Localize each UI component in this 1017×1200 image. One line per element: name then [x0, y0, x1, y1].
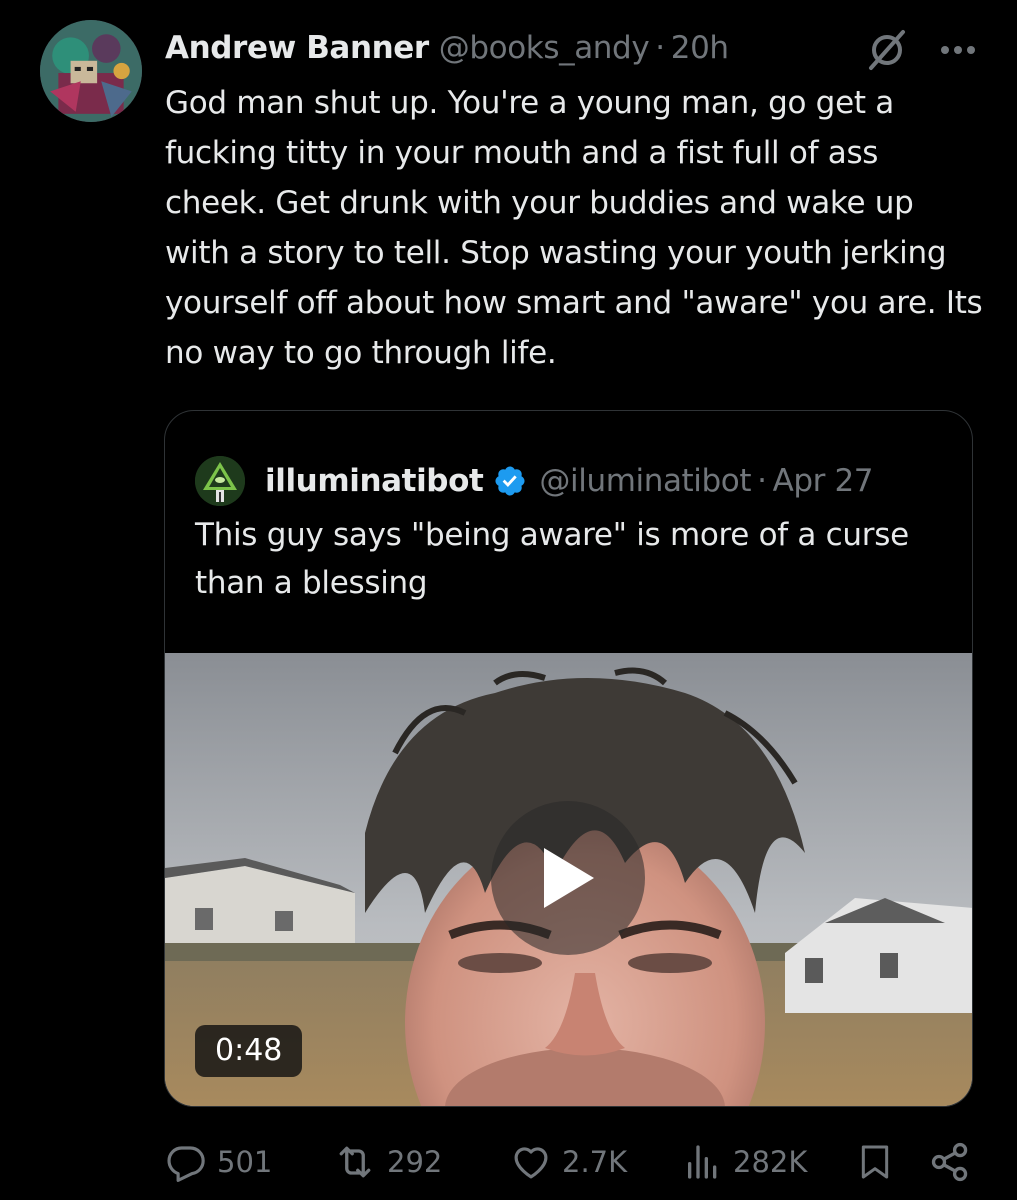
grok-icon[interactable]	[865, 28, 909, 72]
author-name[interactable]: Andrew Banner	[165, 30, 429, 66]
quoted-date[interactable]: Apr 27	[773, 463, 874, 499]
repost-icon	[339, 1146, 371, 1178]
repost-button[interactable]: 292	[333, 1136, 442, 1188]
bookmark-icon	[861, 1145, 889, 1179]
reply-count: 501	[217, 1145, 273, 1179]
tweet[interactable]: Andrew Banner @books_andy · 20h God man …	[0, 0, 1017, 1200]
quoted-author-handle[interactable]: @iluminatibot	[539, 463, 751, 499]
share-button[interactable]	[928, 1136, 972, 1188]
verified-badge-icon	[493, 464, 527, 498]
video-player[interactable]: 0:48	[165, 653, 972, 1106]
reply-icon	[167, 1146, 205, 1182]
like-count: 2.7K	[562, 1145, 628, 1179]
heart-icon	[514, 1147, 548, 1179]
play-button[interactable]	[491, 801, 645, 955]
reply-button[interactable]: 501	[165, 1136, 272, 1188]
views-button[interactable]: 282K	[683, 1136, 807, 1188]
separator: ·	[655, 30, 665, 66]
more-icon[interactable]	[939, 44, 977, 56]
tweet-text: God man shut up. You're a young man, go …	[165, 85, 983, 371]
timestamp[interactable]: 20h	[671, 30, 729, 66]
quoted-separator: ·	[757, 463, 767, 499]
like-button[interactable]: 2.7K	[510, 1136, 627, 1188]
tweet-header: Andrew Banner @books_andy · 20h	[165, 22, 977, 74]
bookmark-button[interactable]	[855, 1136, 895, 1188]
quoted-tweet-header: illuminatibot @iluminatibot · Apr 27	[195, 451, 952, 511]
repost-count: 292	[387, 1145, 443, 1179]
quoted-tweet[interactable]: illuminatibot @iluminatibot · Apr 27 Thi…	[164, 410, 973, 1107]
video-duration: 0:48	[195, 1025, 303, 1077]
quoted-tweet-text: This guy says "being aware" is more of a…	[195, 517, 909, 601]
share-icon	[931, 1142, 968, 1182]
view-count: 282K	[733, 1145, 808, 1179]
author-avatar[interactable]	[40, 20, 142, 122]
quoted-author-avatar[interactable]	[195, 456, 245, 506]
play-icon	[544, 848, 594, 908]
quoted-author-name[interactable]: illuminatibot	[265, 463, 484, 499]
author-handle[interactable]: @books_andy	[439, 30, 650, 66]
views-icon	[688, 1145, 717, 1179]
action-bar: 501 292 2.7K 282K	[165, 1136, 980, 1188]
